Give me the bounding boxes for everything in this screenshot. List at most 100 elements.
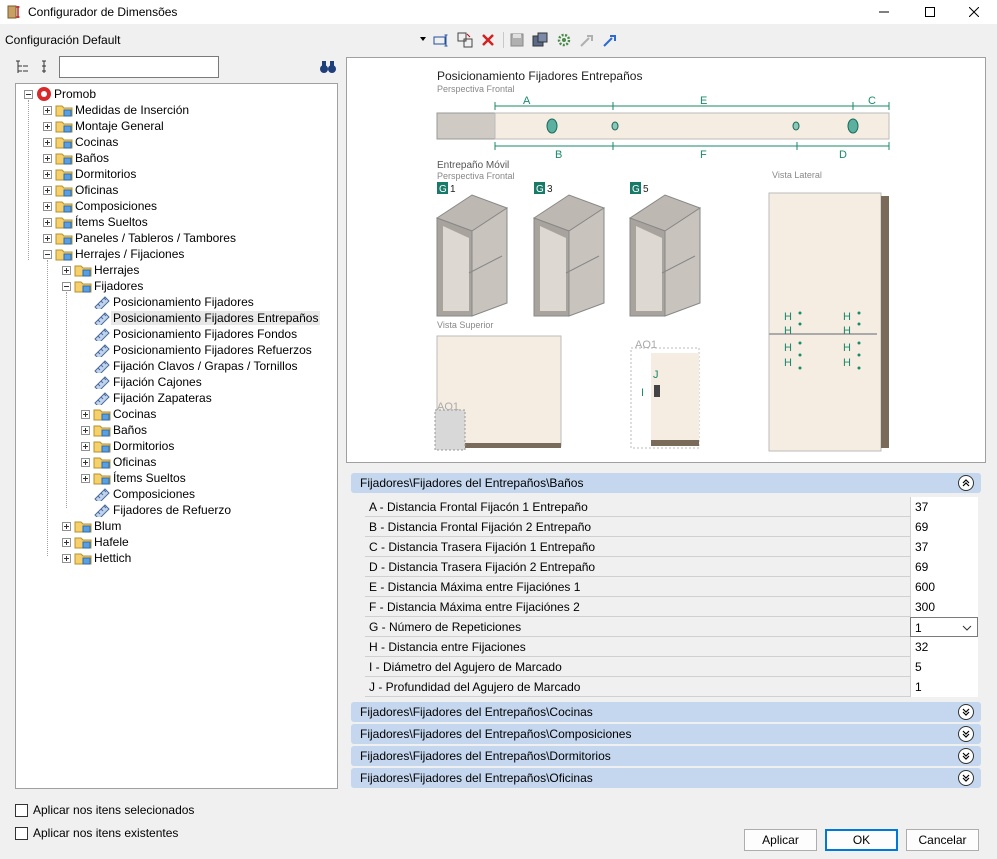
- tree-node[interactable]: Dormitorios: [81, 438, 176, 454]
- group-header-dormitorios[interactable]: Fijadores\Fijadores del Entrepaños\Dormi…: [351, 746, 981, 766]
- property-value-dropdown[interactable]: 1: [910, 617, 978, 637]
- tree-node[interactable]: Ítems Sueltos: [43, 214, 150, 230]
- expand-toggle[interactable]: [43, 169, 52, 179]
- tree-node[interactable]: Ítems Sueltos: [81, 470, 188, 486]
- expand-toggle[interactable]: [81, 457, 90, 467]
- tree-node[interactable]: Fijadores: [62, 278, 145, 294]
- dim-i: I: [641, 387, 644, 399]
- expand-toggle[interactable]: [43, 153, 52, 163]
- search-input[interactable]: [59, 56, 219, 78]
- checkbox-box[interactable]: [15, 803, 28, 817]
- group-header-composiciones[interactable]: Fijadores\Fijadores del Entrepaños\Compo…: [351, 724, 981, 744]
- group-title: Fijadores\Fijadores del Entrepaños\Dormi…: [360, 749, 611, 763]
- property-value-field[interactable]: 600: [910, 577, 978, 597]
- expand-toggle[interactable]: [62, 537, 71, 547]
- expand-toggle[interactable]: [81, 409, 90, 419]
- expand-toggle[interactable]: [43, 137, 52, 147]
- expand-group-button[interactable]: [958, 704, 974, 720]
- configuration-select[interactable]: Configuración Default: [0, 30, 430, 50]
- tree-node[interactable]: Posicionamiento Fijadores Entrepaños: [93, 310, 321, 326]
- rename-button[interactable]: [432, 31, 450, 49]
- property-value-field[interactable]: 1: [910, 677, 978, 697]
- ok-button[interactable]: OK: [825, 829, 898, 851]
- tree-node[interactable]: Fijadores de Refuerzo: [93, 502, 233, 518]
- tree-node[interactable]: Hettich: [62, 550, 133, 566]
- collapse-toggle[interactable]: [43, 249, 52, 259]
- tree-node[interactable]: Fijación Cajones: [93, 374, 204, 390]
- expand-toggle[interactable]: [43, 201, 52, 211]
- tree-node[interactable]: Cocinas: [43, 134, 120, 150]
- tree-node[interactable]: Herrajes: [62, 262, 141, 278]
- maximize-button[interactable]: [907, 0, 953, 24]
- group-header-cocinas[interactable]: Fijadores\Fijadores del Entrepaños\Cocin…: [351, 702, 981, 722]
- property-value-field[interactable]: 69: [910, 517, 978, 537]
- tree-node[interactable]: Fijación Zapateras: [93, 390, 214, 406]
- apply-button[interactable]: Aplicar: [744, 829, 817, 851]
- apply-existing-checkbox[interactable]: Aplicar nos itens existentes: [15, 825, 215, 841]
- tree-node[interactable]: Cocinas: [81, 406, 158, 422]
- property-value-field[interactable]: 69: [910, 557, 978, 577]
- expand-toggle[interactable]: [62, 521, 71, 531]
- expand-toggle[interactable]: [81, 425, 90, 435]
- tree-node[interactable]: Composiciones: [43, 198, 159, 214]
- expand-toggle[interactable]: [43, 121, 52, 131]
- delete-button[interactable]: [479, 31, 497, 49]
- tree-node[interactable]: Herrajes / Fijaciones: [43, 246, 186, 262]
- property-value-field[interactable]: 300: [910, 597, 978, 617]
- expand-toggle[interactable]: [81, 473, 90, 483]
- export-button[interactable]: [601, 31, 619, 49]
- perspective-frontal-label: Perspectiva Frontal: [437, 84, 515, 94]
- collapse-group-button[interactable]: [958, 475, 974, 491]
- property-value-field[interactable]: 5: [910, 657, 978, 677]
- expand-group-button[interactable]: [958, 770, 974, 786]
- tree-node[interactable]: Paneles / Tableros / Tambores: [43, 230, 238, 246]
- tree-node[interactable]: Posicionamiento Fijadores Refuerzos: [93, 342, 314, 358]
- dim-f: F: [700, 149, 707, 161]
- expand-toggle[interactable]: [43, 217, 52, 227]
- save-as-button[interactable]: [531, 31, 549, 49]
- expand-toggle[interactable]: [62, 553, 71, 563]
- tree-node[interactable]: Oficinas: [81, 454, 158, 470]
- import-button[interactable]: [578, 31, 596, 49]
- minimize-button[interactable]: [861, 0, 907, 24]
- checkbox-box[interactable]: [15, 826, 28, 840]
- group-header-oficinas[interactable]: Fijadores\Fijadores del Entrepaños\Ofici…: [351, 768, 981, 788]
- expand-toggle[interactable]: [81, 441, 90, 451]
- property-value-field[interactable]: 37: [910, 537, 978, 557]
- cancel-button[interactable]: Cancelar: [906, 829, 979, 851]
- tree-node[interactable]: Hafele: [62, 534, 131, 550]
- expand-toggle[interactable]: [43, 233, 52, 243]
- tree-node[interactable]: Montaje General: [43, 118, 166, 134]
- tree-node[interactable]: Oficinas: [43, 182, 120, 198]
- group-header-banos[interactable]: Fijadores\Fijadores del Entrepaños\Baños: [351, 473, 981, 493]
- tree-node[interactable]: Posicionamiento Fijadores Fondos: [93, 326, 299, 342]
- collapse-toggle[interactable]: [24, 89, 33, 99]
- save-button[interactable]: [508, 31, 526, 49]
- tree-node[interactable]: Posicionamiento Fijadores: [93, 294, 256, 310]
- g-label-5: G: [632, 184, 640, 195]
- property-value-field[interactable]: 32: [910, 637, 978, 657]
- expand-group-button[interactable]: [958, 726, 974, 742]
- tree-node[interactable]: Dormitorios: [43, 166, 138, 182]
- collapse-tree-button[interactable]: [38, 59, 54, 75]
- tree-node[interactable]: Baños: [43, 150, 111, 166]
- expand-group-button[interactable]: [958, 748, 974, 764]
- apply-selected-checkbox[interactable]: Aplicar nos itens selecionados: [15, 802, 215, 818]
- expand-toggle[interactable]: [43, 185, 52, 195]
- tree-node[interactable]: Blum: [62, 518, 123, 534]
- settings-button[interactable]: [555, 31, 573, 49]
- collapse-toggle[interactable]: [62, 281, 71, 291]
- tree-node[interactable]: Composiciones: [93, 486, 197, 502]
- tree-node-promob[interactable]: Promob: [24, 86, 98, 102]
- expand-tree-button[interactable]: [14, 59, 30, 75]
- tree-node[interactable]: Fijación Clavos / Grapas / Tornillos: [93, 358, 300, 374]
- property-value-field[interactable]: 37: [910, 497, 978, 517]
- expand-toggle[interactable]: [62, 265, 71, 275]
- close-button[interactable]: [951, 0, 997, 24]
- expand-toggle[interactable]: [43, 105, 52, 115]
- tree-node[interactable]: Baños: [81, 422, 149, 438]
- tree-node[interactable]: Medidas de Inserción: [43, 102, 191, 118]
- copy-button[interactable]: [456, 31, 474, 49]
- tree-view[interactable]: Promob Medidas de Inserción Montaje Gener…: [15, 83, 338, 789]
- find-button[interactable]: [319, 59, 337, 75]
